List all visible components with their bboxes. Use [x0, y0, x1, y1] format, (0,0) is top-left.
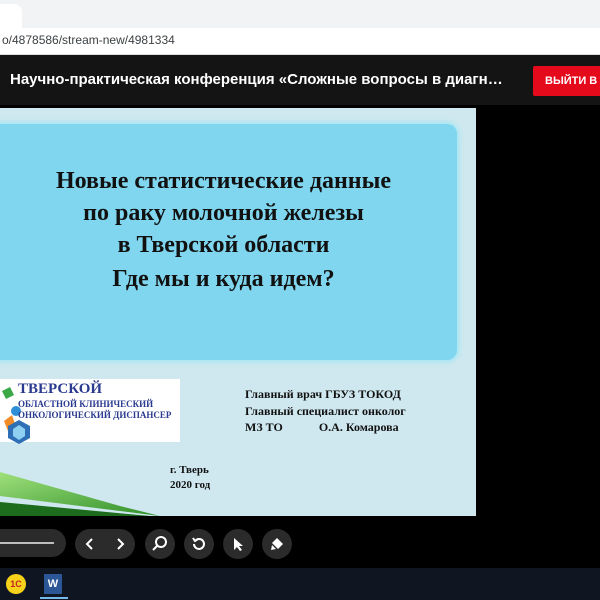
- 1c-icon[interactable]: 1C: [6, 574, 26, 594]
- logo-line-1: ТВЕРСКОЙ: [18, 381, 103, 397]
- conference-header: Научно-практическая конференция «Сложные…: [0, 55, 600, 105]
- url-text[interactable]: o/4878586/stream-new/4981334: [2, 33, 175, 47]
- slide-decor-swoosh: [0, 472, 160, 516]
- exit-button[interactable]: ВЫЙТИ В З: [533, 66, 600, 96]
- zoom-icon: [152, 536, 167, 551]
- rotate-icon: [192, 537, 205, 550]
- taskbar: 1C W: [0, 568, 600, 600]
- browser-tab[interactable]: [0, 4, 22, 28]
- marker-button[interactable]: [262, 529, 292, 559]
- right-panel: [476, 108, 600, 518]
- info-line-1: Главный врач ГБУЗ ТОКОД: [245, 387, 401, 401]
- marker-icon: [271, 538, 283, 550]
- slide-title-line-3: в Тверской области: [117, 232, 330, 258]
- rotate-button[interactable]: [184, 529, 214, 559]
- word-active-indicator: [40, 597, 68, 599]
- pointer-button[interactable]: [223, 529, 253, 559]
- logo-line-3: ОНКОЛОГИЧЕСКИЙ ДИСПАНСЕР: [18, 410, 172, 420]
- pointer-icon: [234, 538, 243, 551]
- slide-title-box: Новые статистические данные по раку моло…: [0, 124, 457, 360]
- slide-title-line-2: по раку молочной железы: [83, 200, 364, 226]
- word-icon[interactable]: W: [44, 574, 62, 594]
- slide-title-line-1: Новые статистические данные: [55, 168, 392, 194]
- slide-nav-group: [75, 529, 135, 559]
- slide-title-line-4: Где мы и куда идем?: [112, 266, 335, 292]
- info-line-2: Главный специалист онколог: [245, 404, 406, 418]
- prev-icon[interactable]: [83, 537, 97, 551]
- logo-line-2: ОБЛАСТНОЙ КЛИНИЧЕСКИЙ: [18, 399, 154, 409]
- conference-title: Научно-практическая конференция «Сложные…: [10, 71, 503, 88]
- slide-progress-pill[interactable]: [0, 529, 66, 557]
- slide-progress-line: [0, 542, 54, 544]
- zoom-button[interactable]: [145, 529, 175, 559]
- next-icon[interactable]: [113, 537, 127, 551]
- info-line-3: МЗ ТО О.А. Комарова: [245, 420, 399, 434]
- dispensary-logo: ТВЕРСКОЙ ОБЛАСТНОЙ КЛИНИЧЕСКИЙ ОНКОЛОГИЧ…: [0, 379, 180, 444]
- browser-tab-strip: [0, 0, 600, 28]
- logo-snowflake-icon: [8, 420, 30, 444]
- presentation-slide: Новые статистические данные по раку моло…: [0, 108, 476, 516]
- address-bar[interactable]: o/4878586/stream-new/4981334: [0, 28, 600, 55]
